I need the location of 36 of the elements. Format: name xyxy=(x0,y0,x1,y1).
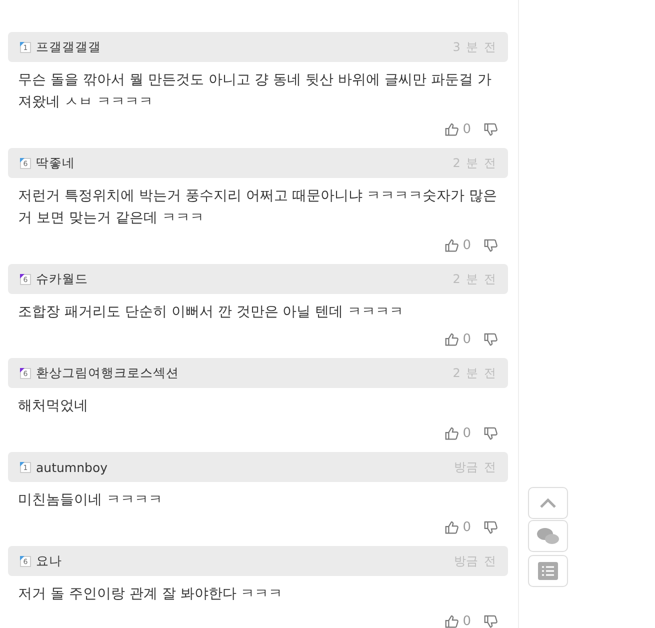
like-count: 0 xyxy=(462,332,471,346)
like-count: 0 xyxy=(462,426,471,440)
thumbs-down-icon[interactable] xyxy=(483,520,498,534)
comment-text: 조합장 패거리도 단순히 이뻐서 깐 것만은 아닐 텐데 ㅋㅋㅋㅋ xyxy=(18,303,405,322)
thumbs-up-icon[interactable] xyxy=(444,426,459,440)
list-button[interactable] xyxy=(528,555,568,587)
thumbs-up-icon[interactable] xyxy=(444,520,459,534)
username[interactable]: 프갤갤갤갤 xyxy=(36,38,101,56)
like-count: 0 xyxy=(462,122,471,136)
like-count: 0 xyxy=(462,520,471,534)
thumbs-down-icon[interactable] xyxy=(483,426,498,440)
thumbs-up-icon[interactable] xyxy=(444,238,459,252)
thumbs-up-icon[interactable] xyxy=(444,122,459,136)
username[interactable]: autumnboy xyxy=(36,460,108,474)
username[interactable]: 요나 xyxy=(36,552,62,570)
thumbs-down-icon[interactable] xyxy=(483,332,498,346)
like-count: 0 xyxy=(462,614,471,628)
comment-text: 저런거 특정위치에 박는거 풍수지리 어쩌고 때문아니냐 ㅋㅋㅋㅋ숫자가 많은거 보면 맞는거 같은데 ㅋㅋㅋ xyxy=(18,187,498,228)
scroll-top-button[interactable] xyxy=(528,487,568,519)
like-count: 0 xyxy=(462,238,471,252)
username[interactable]: 슈카월드 xyxy=(36,270,88,288)
speech-bubbles-icon xyxy=(536,526,560,546)
thumbs-up-icon[interactable] xyxy=(444,332,459,346)
comment-text: 해처먹었네 xyxy=(18,397,89,416)
chevron-up-icon xyxy=(539,498,557,508)
thumbs-down-icon[interactable] xyxy=(483,614,498,628)
thumbs-down-icon[interactable] xyxy=(483,122,498,136)
username[interactable]: 환상그림여행크로스섹션 xyxy=(36,364,179,382)
thumbs-down-icon[interactable] xyxy=(483,238,498,252)
thumbs-up-icon[interactable] xyxy=(444,614,459,628)
comment-text: 저거 돌 주인이랑 관계 잘 봐야한다 ㅋㅋㅋ xyxy=(18,585,284,604)
comments-button[interactable] xyxy=(528,520,568,552)
username[interactable]: 딱좋네 xyxy=(36,154,75,172)
comment-text: 무슨 돌을 깎아서 뭘 만든것도 아니고 걍 동네 뒷산 바위에 글씨만 파둔걸 가져왔네 ㅅㅂ ㅋㅋㅋㅋ xyxy=(18,71,492,112)
list-icon xyxy=(538,562,558,580)
comment-text: 미친놈들이네 ㅋㅋㅋㅋ xyxy=(18,491,164,510)
